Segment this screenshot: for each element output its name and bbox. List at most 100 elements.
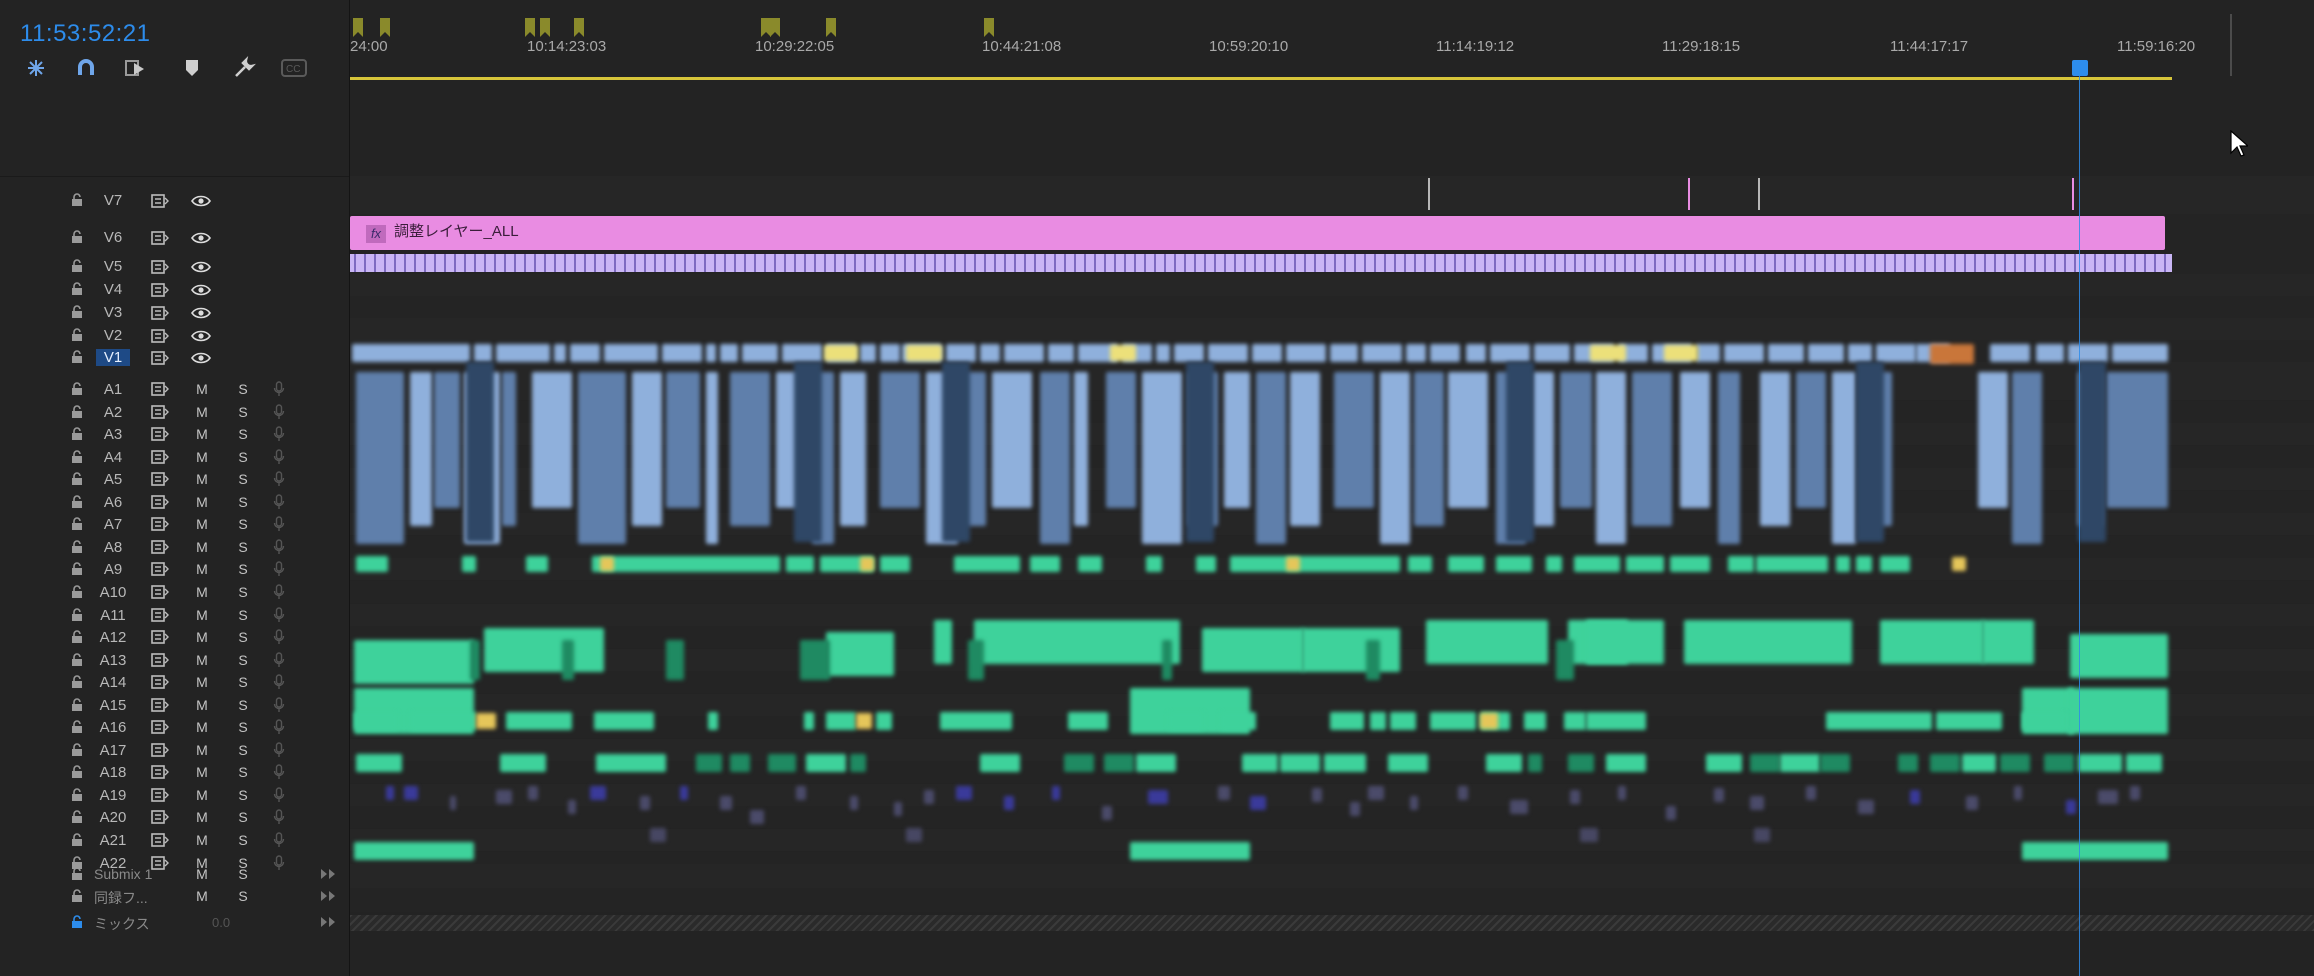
video-clip[interactable] [1252, 344, 1282, 362]
eye-icon[interactable] [190, 305, 212, 321]
solo-button[interactable]: S [235, 561, 251, 577]
sync-lock-icon[interactable] [150, 282, 170, 298]
clip-label-badge[interactable] [1286, 557, 1300, 571]
captions-icon[interactable]: CC [280, 54, 308, 82]
audio-clip[interactable] [980, 754, 1020, 772]
time-ruler[interactable]: 24:00 10:14:23:03 10:29:22:05 10:44:21:0… [350, 0, 2314, 80]
audio-clip[interactable] [1880, 556, 1910, 572]
lock-icon[interactable] [70, 833, 84, 847]
audio-clip[interactable] [1196, 556, 1216, 572]
solo-button[interactable]: S [235, 629, 251, 645]
solo-button[interactable]: S [235, 742, 251, 758]
audio-clip[interactable] [2126, 754, 2162, 772]
audio-track-header[interactable]: A12 M S [0, 627, 349, 647]
lock-icon[interactable] [70, 450, 84, 464]
solo-button[interactable]: S [235, 832, 251, 848]
audio-clip[interactable] [1380, 372, 1410, 544]
audio-clip[interactable] [1750, 796, 1764, 810]
mute-button[interactable]: M [194, 787, 210, 803]
audio-clip[interactable] [806, 754, 846, 772]
track-lane[interactable] [350, 581, 2314, 603]
adjustment-layer-clip[interactable]: fx 調整レイヤー_ALL [350, 216, 2165, 250]
audio-clip[interactable] [1388, 754, 1428, 772]
sync-lock-icon[interactable] [150, 328, 170, 344]
mute-button[interactable]: M [194, 832, 210, 848]
audio-clip[interactable] [876, 712, 892, 730]
lock-icon[interactable] [70, 608, 84, 622]
voice-over-record-icon[interactable] [272, 607, 286, 623]
sync-lock-icon[interactable] [150, 381, 170, 397]
audio-clip[interactable] [1586, 712, 1646, 730]
audio-clip[interactable] [526, 556, 548, 572]
audio-clip[interactable] [1202, 628, 1304, 672]
track-name[interactable]: A10 [96, 584, 130, 601]
audio-clip[interactable] [730, 372, 770, 526]
video-clip[interactable] [1534, 344, 1570, 362]
audio-clip[interactable] [2078, 362, 2106, 542]
track-name[interactable]: A16 [96, 719, 130, 736]
solo-button[interactable]: S [235, 381, 251, 397]
voice-over-record-icon[interactable] [272, 449, 286, 465]
audio-clip[interactable] [2012, 372, 2042, 544]
solo-button[interactable]: S [235, 539, 251, 555]
audio-track-header[interactable]: A11 M S [0, 605, 349, 625]
sync-lock-icon[interactable] [150, 230, 170, 246]
audio-clip[interactable] [730, 754, 750, 772]
lock-icon[interactable] [70, 193, 84, 207]
audio-clip[interactable] [1064, 754, 1094, 772]
audio-clip[interactable] [632, 372, 662, 526]
video-clip[interactable] [1696, 344, 1720, 362]
track-name[interactable]: A14 [96, 674, 130, 691]
audio-clip[interactable] [450, 796, 456, 810]
track-name[interactable]: A17 [96, 742, 130, 759]
audio-clip[interactable] [1756, 556, 1828, 572]
audio-clip[interactable] [1670, 556, 1710, 572]
work-area-bar[interactable] [350, 77, 2172, 80]
audio-track-header[interactable]: A17 M S [0, 740, 349, 760]
voice-over-record-icon[interactable] [272, 584, 286, 600]
sync-lock-icon[interactable] [150, 494, 170, 510]
solo-button[interactable]: S [235, 404, 251, 420]
playhead-timecode[interactable]: 11:53:52:21 [20, 20, 151, 48]
video-clip[interactable] [720, 344, 738, 362]
audio-clip[interactable] [826, 712, 856, 730]
audio-clip[interactable] [356, 754, 402, 772]
audio-clip[interactable] [2106, 372, 2168, 508]
timeline-area[interactable]: 24:00 10:14:23:03 10:29:22:05 10:44:21:0… [350, 0, 2314, 976]
track-lane[interactable] [350, 296, 2314, 318]
audio-clip[interactable] [2078, 754, 2122, 772]
audio-track-header[interactable]: A15 M S [0, 695, 349, 715]
track-name[interactable]: A6 [96, 494, 130, 511]
audio-clip[interactable] [992, 372, 1032, 508]
solo-button[interactable]: S [235, 584, 251, 600]
sync-lock-icon[interactable] [150, 832, 170, 848]
audio-clip[interactable] [466, 362, 494, 542]
sync-lock-icon[interactable] [150, 350, 170, 366]
marker[interactable] [525, 18, 535, 37]
audio-clip[interactable] [2068, 688, 2168, 734]
audio-clip[interactable] [562, 640, 574, 680]
audio-clip[interactable] [1104, 754, 1134, 772]
video-clip[interactable] [1990, 344, 2030, 362]
mute-button[interactable]: M [194, 561, 210, 577]
audio-clip[interactable] [894, 802, 902, 816]
track-name[interactable]: A15 [96, 697, 130, 714]
audio-clip[interactable] [502, 372, 516, 526]
audio-clip[interactable] [1350, 802, 1360, 816]
eye-icon[interactable] [190, 328, 212, 344]
audio-clip[interactable] [1312, 788, 1322, 802]
eye-icon[interactable] [190, 193, 212, 209]
mute-button[interactable]: M [194, 381, 210, 397]
video-clip[interactable] [570, 344, 600, 362]
lock-icon[interactable] [70, 788, 84, 802]
audio-clip[interactable] [1936, 712, 2002, 730]
audio-clip[interactable] [1750, 754, 1780, 772]
audio-clip[interactable] [596, 754, 666, 772]
audio-clip[interactable] [2130, 786, 2140, 800]
audio-clip[interactable] [1130, 842, 1250, 860]
audio-clip[interactable] [1324, 754, 1366, 772]
video-track-header[interactable]: V4 [0, 279, 349, 301]
voice-over-record-icon[interactable] [272, 471, 286, 487]
track-name[interactable]: A13 [96, 652, 130, 669]
eye-icon[interactable] [190, 350, 212, 366]
